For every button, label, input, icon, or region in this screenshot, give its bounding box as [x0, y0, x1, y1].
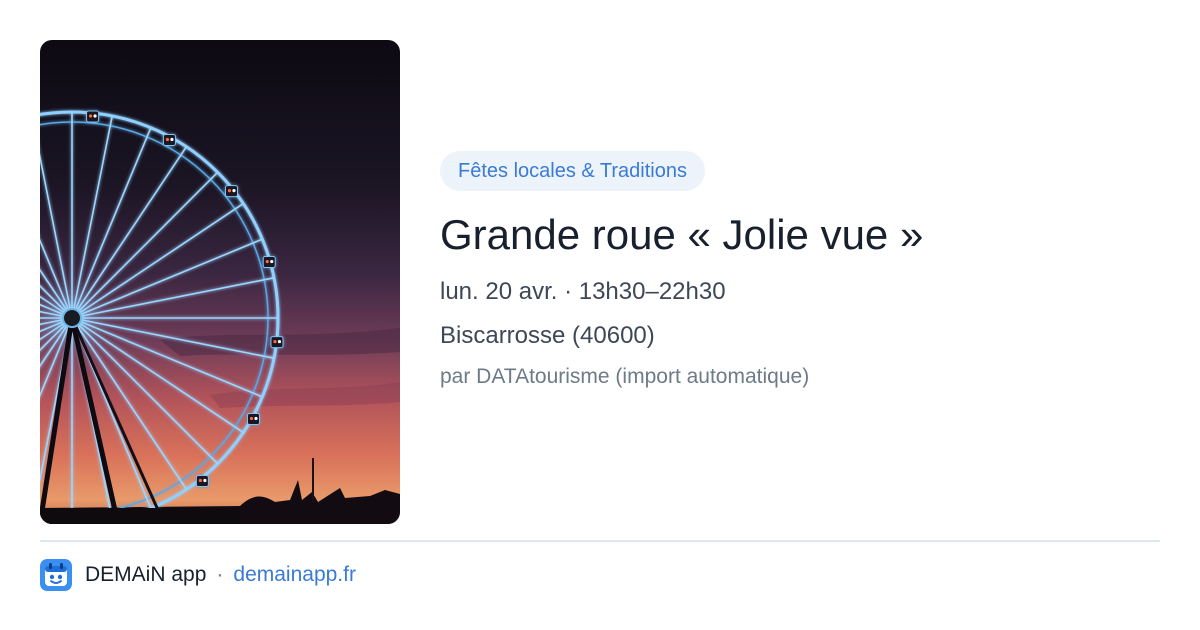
ferris-wheel-sunset-image — [40, 40, 400, 524]
demain-app-logo-icon[interactable] — [40, 559, 72, 591]
event-photo — [40, 40, 400, 524]
event-source: par DATAtourisme (import automatique) — [440, 365, 810, 388]
event-location: Biscarrosse (40600) — [440, 322, 655, 349]
footer: DEMAiN app · demainapp.fr — [40, 558, 356, 592]
event-info: Fêtes locales & Traditions Grande roue «… — [440, 151, 1160, 391]
event-datetime: lun. 20 avr. · 13h30–22h30 — [440, 278, 726, 305]
footer-divider — [40, 540, 1160, 542]
footer-separator: · — [216, 563, 224, 586]
event-share-card: Fêtes locales & Traditions Grande roue «… — [0, 0, 1200, 630]
event-title: Grande roue « Jolie vue » — [440, 211, 924, 258]
category-badge[interactable]: Fêtes locales & Traditions — [440, 151, 705, 191]
app-url-link[interactable]: demainapp.fr — [233, 563, 356, 587]
app-name: DEMAiN app — [85, 563, 207, 586]
